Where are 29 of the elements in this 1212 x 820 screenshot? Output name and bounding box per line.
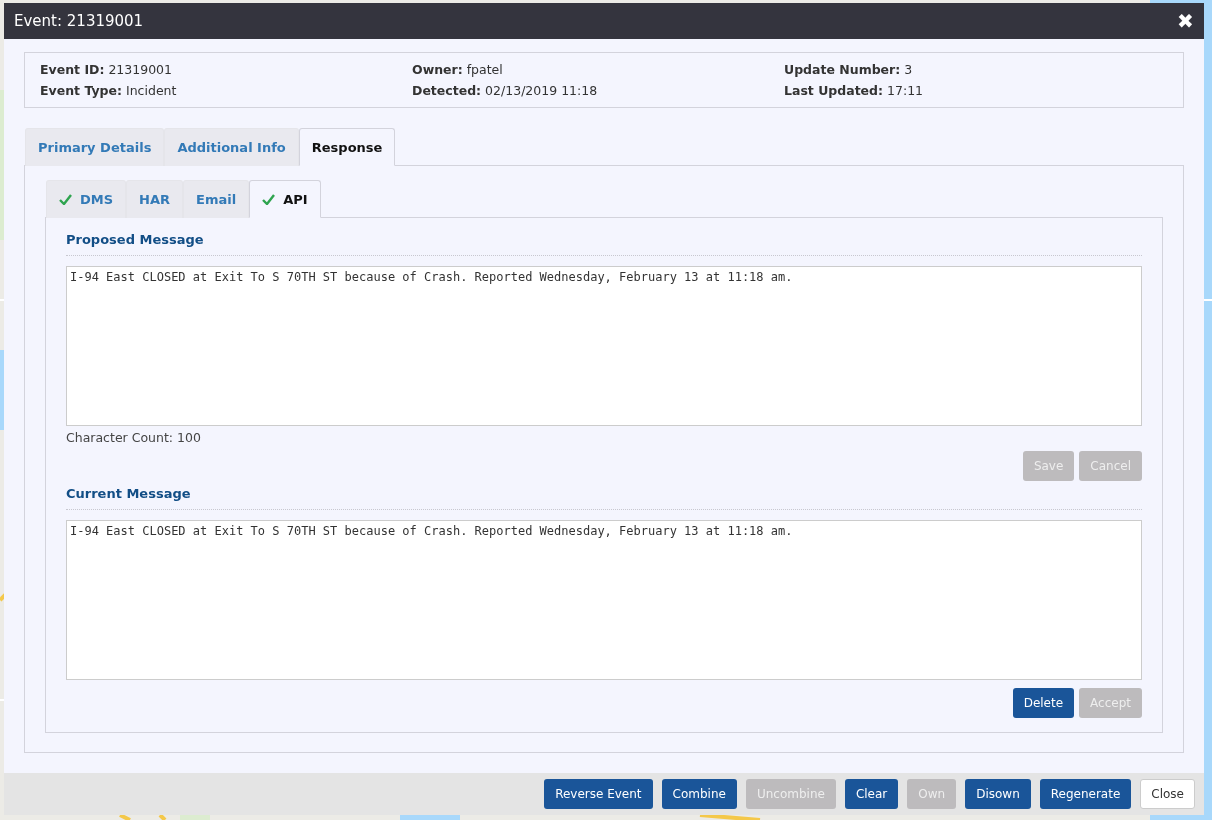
tab[interactable]: Primary Details (25, 128, 165, 167)
section-heading: Proposed Message (66, 232, 1142, 257)
message-field[interactable]: I-94 East CLOSED at Exit To S 70TH ST because of Crash. Reported Wednesday, February 13 at 11:18 am. (66, 520, 1142, 681)
action-button[interactable]: Clear (844, 779, 899, 810)
action-button[interactable]: Combine (661, 779, 737, 810)
check-icon (59, 194, 72, 206)
tab[interactable]: Additional Info (164, 128, 299, 167)
action-button[interactable]: Close (1140, 779, 1195, 810)
action-button[interactable]: Regenerate (1039, 779, 1132, 810)
window-title: Event: 21319001 (14, 12, 144, 31)
tab[interactable]: DMS (46, 180, 127, 219)
summary-field: Event ID: 21319001 (40, 62, 412, 78)
summary-field: Event Type: Incident (40, 83, 412, 99)
summary-field: Last Updated: 17:11 (784, 83, 1168, 99)
summary-field: Detected: 02/13/2019 11:18 (412, 83, 784, 99)
tab[interactable]: Response (298, 128, 396, 167)
check-icon (262, 193, 276, 205)
section-heading: Current Message (66, 486, 1142, 511)
character-count: Character Count: 100 (66, 430, 202, 446)
close-button[interactable]: ✖ (1177, 11, 1194, 32)
tab[interactable]: Email (183, 180, 250, 219)
tab[interactable]: HAR (126, 180, 184, 219)
action-button[interactable]: Delete (1012, 688, 1075, 719)
summary-field: Update Number: 3 (784, 62, 1168, 78)
message-field[interactable]: I-94 East CLOSED at Exit To S 70TH ST because of Crash. Reported Wednesday, February 13 at 11:18 am. (66, 266, 1142, 427)
action-button[interactable]: Disown (965, 779, 1031, 810)
summary-field: Owner: fpatel (412, 62, 784, 78)
action-button[interactable]: Reverse Event (544, 779, 653, 810)
tab[interactable]: API (249, 180, 321, 219)
